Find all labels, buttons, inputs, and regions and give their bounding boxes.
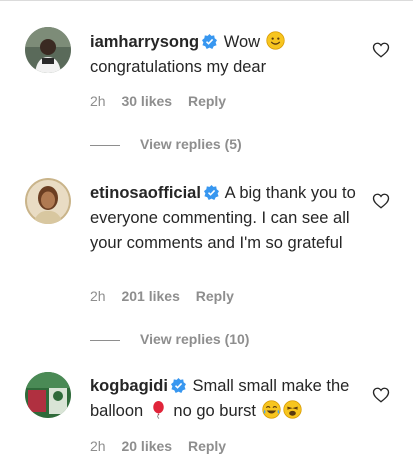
view-replies-label: View replies (10) [140, 331, 250, 347]
comment-body: Wow [223, 33, 261, 51]
heart-icon[interactable] [372, 386, 390, 404]
top-divider [0, 0, 413, 1]
view-replies-button[interactable]: View replies (10) [90, 331, 249, 347]
balloon-emoji-icon [153, 400, 164, 419]
heart-icon[interactable] [372, 192, 390, 210]
username[interactable]: iamharrysong [90, 33, 199, 51]
comment-meta: 2h 30 likes Reply [90, 93, 238, 109]
tears-of-joy-emoji-icon [261, 400, 281, 419]
comment-text: kogbagidi Small small make the balloon n… [90, 374, 360, 424]
username[interactable]: etinosaofficial [90, 184, 201, 202]
view-replies-line [90, 339, 120, 341]
view-replies-line [90, 144, 120, 146]
likes-count[interactable]: 20 likes [121, 438, 172, 454]
comment-meta: 2h 20 likes Reply [90, 438, 238, 454]
smiley-emoji-icon [266, 31, 285, 50]
timestamp[interactable]: 2h [90, 93, 106, 109]
heart-icon[interactable] [372, 41, 390, 59]
verified-badge-icon [203, 185, 219, 200]
username[interactable]: kogbagidi [90, 377, 168, 395]
reply-button[interactable]: Reply [188, 93, 226, 109]
comment-text: iamharrysong Wow congratulations my dear [90, 30, 360, 80]
reply-button[interactable]: Reply [188, 438, 226, 454]
verified-badge-icon [202, 34, 218, 49]
weary-emoji-icon [282, 400, 302, 419]
timestamp[interactable]: 2h [90, 438, 106, 454]
likes-count[interactable]: 201 likes [121, 288, 179, 304]
comment-body-continued: congratulations my dear [90, 58, 267, 76]
comment-meta: 2h 201 likes Reply [90, 288, 246, 304]
reply-button[interactable]: Reply [196, 288, 234, 304]
view-replies-label: View replies (5) [140, 136, 242, 152]
comment-text: etinosaofficial A big thank you to every… [90, 181, 360, 256]
avatar[interactable] [25, 27, 71, 73]
comment-body-continued: no go burst [173, 402, 256, 420]
avatar[interactable] [25, 372, 71, 418]
verified-badge-icon [170, 378, 186, 393]
view-replies-button[interactable]: View replies (5) [90, 136, 242, 152]
likes-count[interactable]: 30 likes [121, 93, 172, 109]
avatar[interactable] [25, 178, 71, 224]
timestamp[interactable]: 2h [90, 288, 106, 304]
